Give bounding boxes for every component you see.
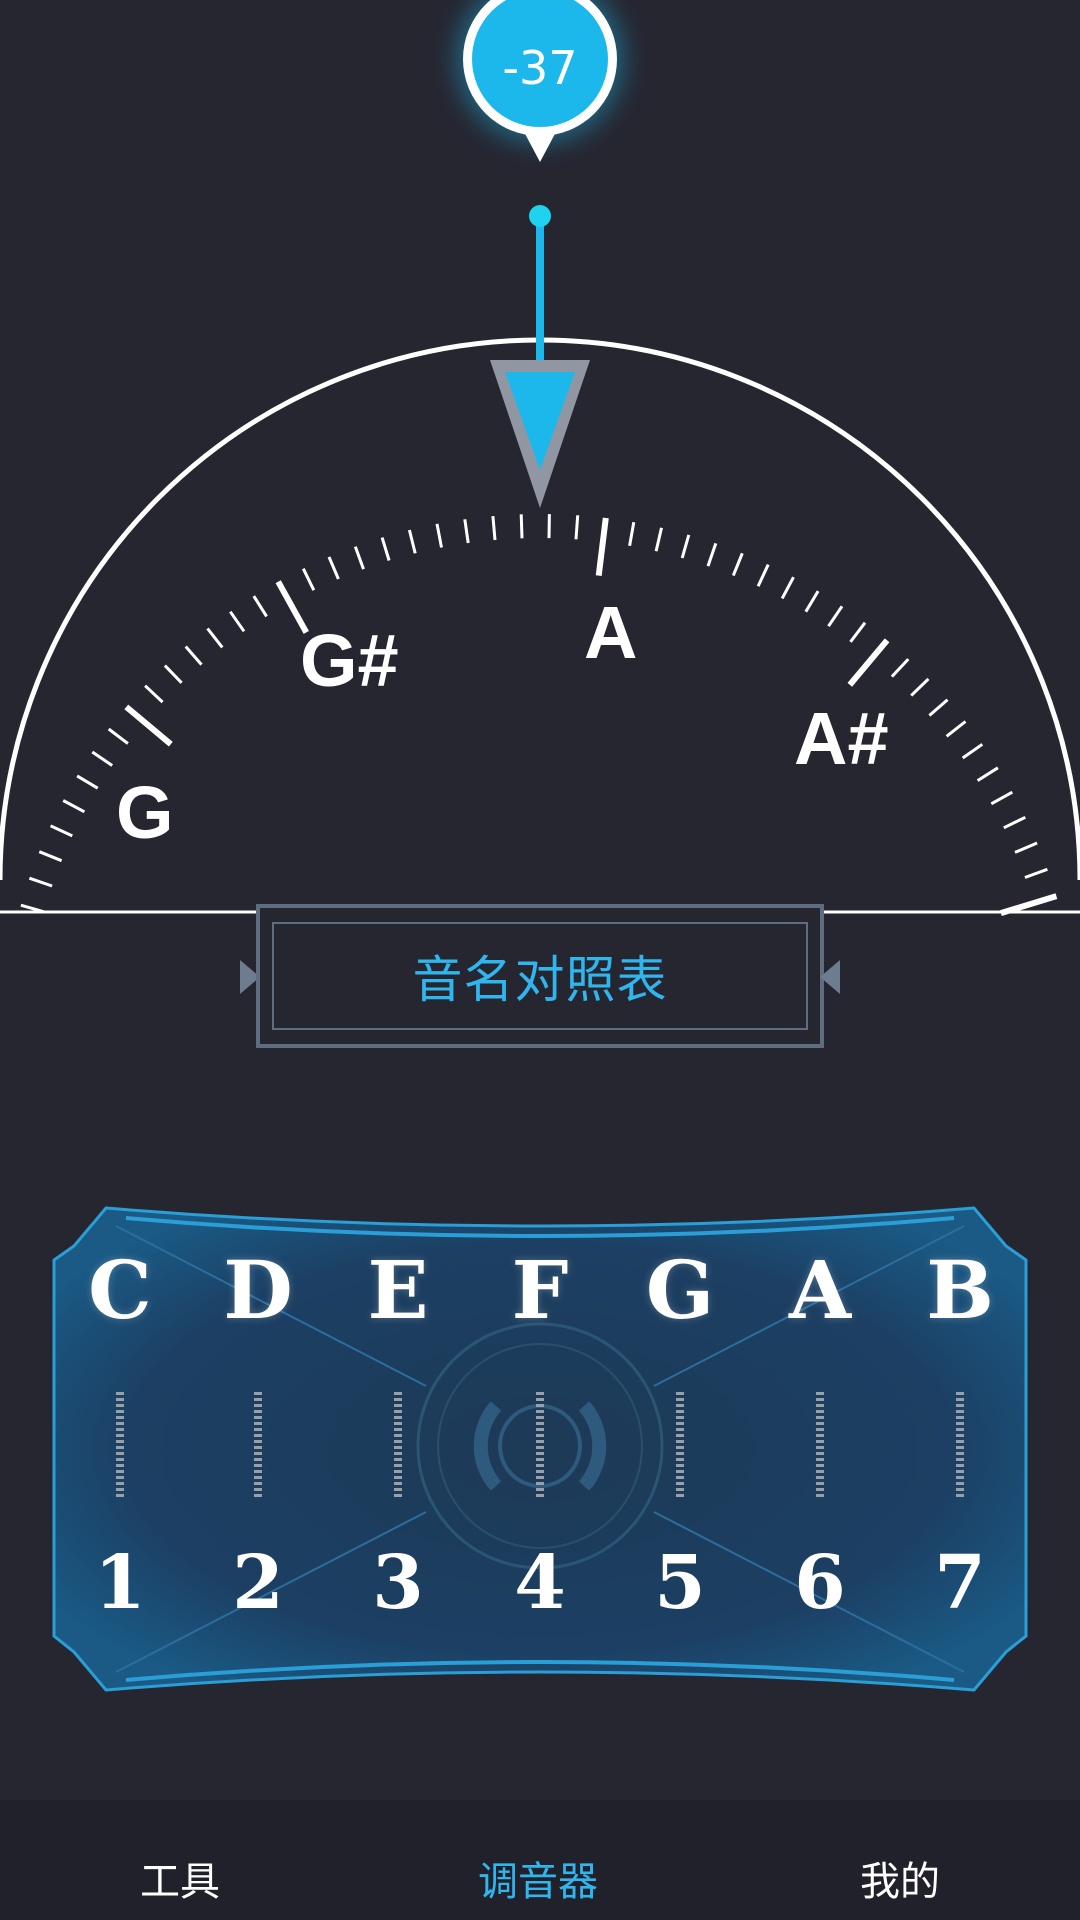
dial-minor-tick	[91, 750, 114, 767]
dial-minor-tick	[380, 537, 391, 561]
bottom-navigation: 工具 调音器 我的	[0, 1800, 1080, 1920]
note-letter-b: B	[926, 1243, 994, 1337]
dial-minor-tick	[407, 529, 417, 554]
note-column-f: F 4	[470, 1196, 610, 1702]
dial-note-g-sharp: G#	[300, 619, 399, 702]
dial-minor-tick	[184, 645, 203, 666]
dial-minor-tick	[804, 590, 820, 613]
note-reference-label: 音名对照表	[412, 951, 668, 1009]
dial-minor-tick	[327, 556, 340, 580]
dial-minor-tick	[574, 515, 580, 540]
dial-minor-tick	[890, 658, 910, 678]
dial-minor-tick	[62, 799, 86, 814]
dial-minor-tick	[910, 677, 930, 697]
dial-minor-tick	[990, 790, 1014, 806]
dial-note-a-sharp: A#	[794, 697, 889, 780]
dial-minor-tick	[780, 576, 795, 600]
note-letter-e: E	[367, 1243, 429, 1337]
dial-note-a: A	[584, 591, 638, 674]
dial-minor-tick	[49, 824, 73, 838]
note-letter-f: F	[511, 1243, 569, 1337]
cents-bubble-pointer	[523, 130, 557, 162]
dial-minor-tick	[706, 542, 718, 567]
note-column-d: D 2	[188, 1196, 328, 1702]
nav-tab-tools[interactable]: 工具	[140, 1862, 220, 1902]
note-number-7: 7	[934, 1540, 986, 1626]
note-column-c: C 1	[50, 1196, 190, 1702]
nav-tab-tuner[interactable]: 调音器	[478, 1862, 598, 1902]
note-column-e: E 3	[328, 1196, 468, 1702]
note-letter-a: A	[788, 1243, 852, 1337]
dial-minor-tick	[206, 627, 224, 649]
note-letter-c: C	[88, 1243, 152, 1337]
dial-minor-tick	[76, 774, 99, 790]
note-column-a: A 6	[750, 1196, 890, 1702]
dial-minor-tick	[849, 621, 867, 643]
dial-minor-tick	[827, 605, 844, 628]
dial-minor-tick	[976, 766, 999, 782]
dial-minor-tick	[680, 534, 691, 559]
tuner-screen: G G# A A# -37 音名对照表 C 1 D 2 E 3 F 4 G 5 …	[0, 0, 1080, 1920]
dial-minor-tick	[1014, 841, 1038, 854]
note-reference-button-frame: 音名对照表	[272, 922, 808, 1030]
dial-ticks	[20, 514, 1058, 916]
dial-minor-tick	[756, 563, 770, 587]
note-letter-d: D	[223, 1243, 293, 1337]
dial-minor-tick	[144, 684, 164, 704]
nav-tab-mine[interactable]: 我的	[860, 1862, 940, 1902]
dial-minor-tick	[519, 514, 524, 539]
note-divider	[816, 1392, 824, 1500]
dial-major-tick	[847, 638, 890, 687]
note-divider	[254, 1392, 262, 1500]
dial-minor-tick	[229, 610, 246, 633]
dial-major-tick	[595, 517, 609, 576]
dial-minor-tick	[731, 552, 744, 577]
dial-minor-tick	[463, 519, 470, 544]
note-divider	[116, 1392, 124, 1500]
right-arrow-icon	[820, 960, 840, 994]
note-reference-panel: C 1 D 2 E 3 F 4 G 5 A 6 B 7	[26, 1196, 1054, 1702]
dial-minor-tick	[301, 568, 316, 591]
cents-value: -37	[472, 0, 608, 127]
note-divider	[956, 1392, 964, 1500]
dial-minor-tick	[435, 523, 443, 548]
note-reference-button[interactable]: 音名对照表	[256, 904, 824, 1048]
note-letter-g: G	[645, 1243, 715, 1337]
note-number-3: 3	[372, 1540, 424, 1626]
note-column-g: G 5	[610, 1196, 750, 1702]
note-number-1: 1	[94, 1540, 146, 1626]
dial-minor-tick	[1024, 867, 1048, 879]
dial-minor-tick	[1003, 815, 1026, 830]
dial-major-tick	[124, 704, 173, 747]
dial-minor-tick	[38, 850, 63, 863]
dial-note-g: G	[116, 771, 174, 854]
dial-minor-tick	[107, 727, 129, 745]
dial-minor-tick	[628, 521, 636, 547]
note-divider	[394, 1392, 402, 1500]
dial-minor-tick	[353, 546, 365, 570]
dial-minor-tick	[163, 664, 183, 684]
dial-minor-tick	[961, 743, 984, 760]
dial-minor-tick	[491, 515, 497, 541]
note-divider	[536, 1392, 544, 1500]
dial-minor-tick	[928, 698, 949, 717]
dial-minor-tick	[654, 527, 663, 552]
note-number-4: 4	[514, 1540, 566, 1626]
dial-minor-tick	[252, 595, 268, 618]
note-number-5: 5	[654, 1540, 706, 1626]
note-number-2: 2	[232, 1540, 284, 1626]
tuning-needle	[490, 205, 590, 508]
dial-minor-tick	[945, 720, 967, 738]
dial-minor-tick	[28, 876, 53, 888]
note-divider	[676, 1392, 684, 1500]
note-number-6: 6	[794, 1540, 846, 1626]
note-column-b: B 7	[890, 1196, 1030, 1702]
